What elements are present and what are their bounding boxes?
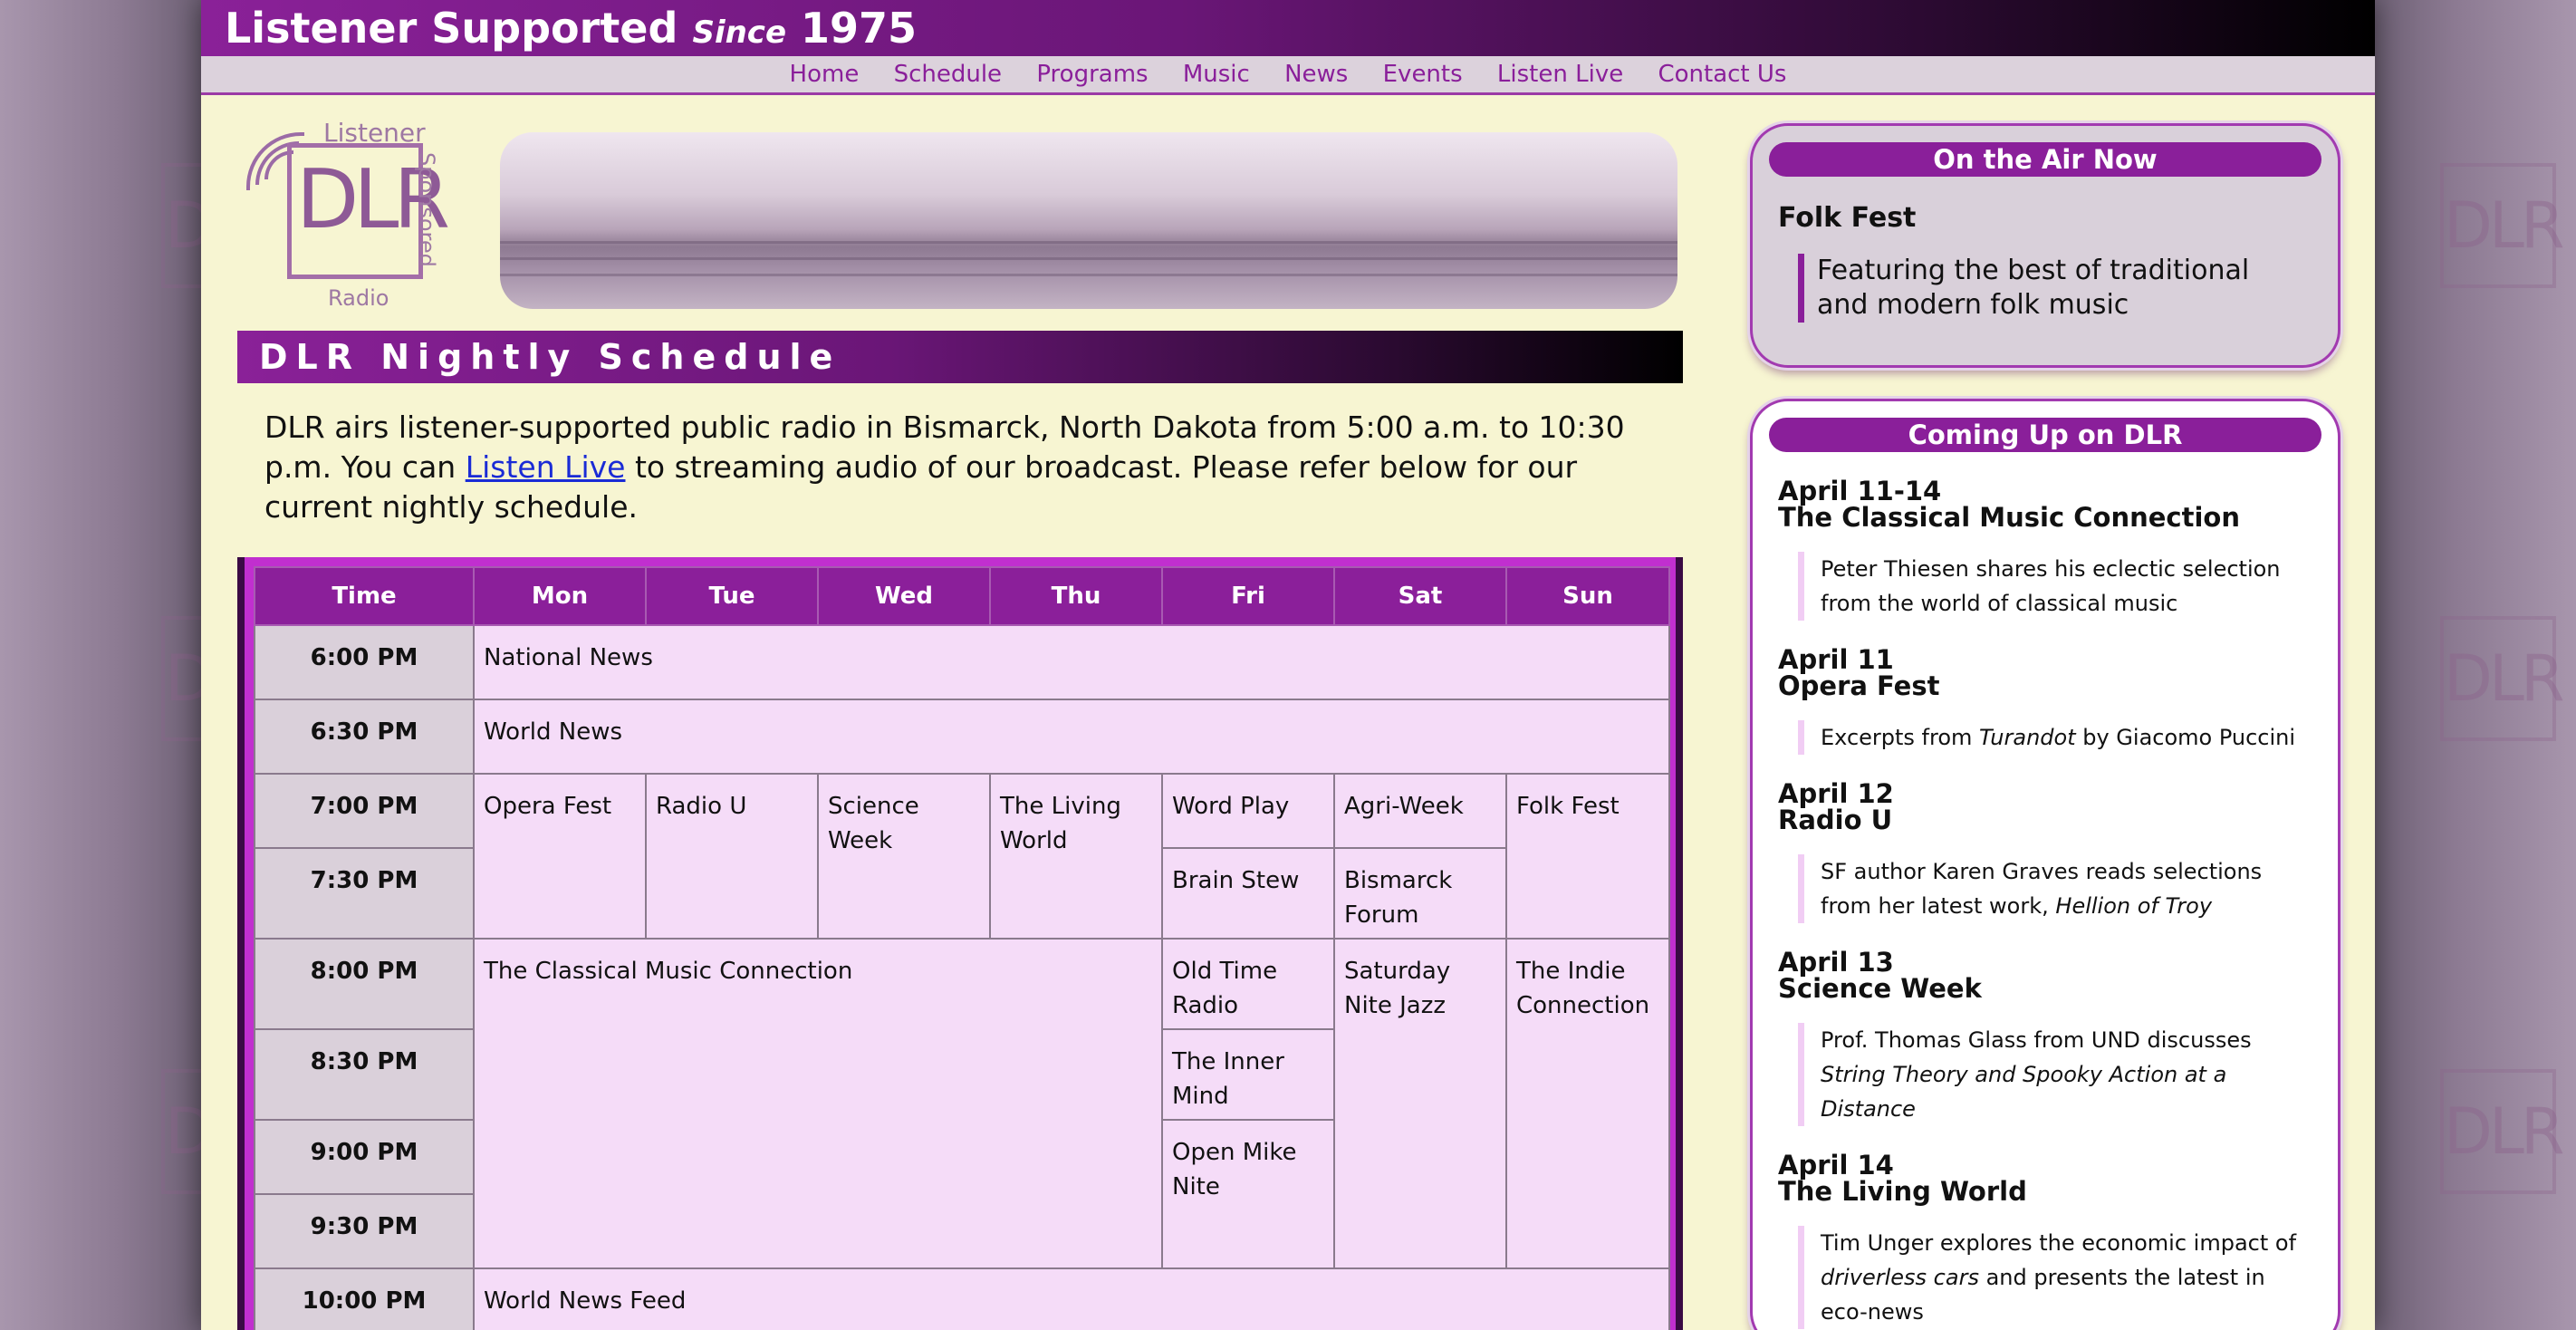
event-date: April 13 [1778,947,1894,978]
header-tue: Tue [645,566,819,626]
table-row: 10:00 PM World News Feed [254,1267,1670,1330]
program-cell: National News [473,624,1670,700]
program-cell: The Indie Connection [1505,938,1670,1269]
event-title: Science Week [1778,973,1982,1004]
event-title: Opera Fest [1778,670,1940,701]
on-air-description: Featuring the best of traditional and mo… [1798,254,2302,323]
main-nav: Home Schedule Programs Music News Events… [201,56,2375,95]
page-container: Listener Supported Since 1975 Home Sched… [201,0,2375,1330]
program-cell: Agri-Week [1333,773,1507,849]
time-cell: 10:00 PM [254,1267,475,1330]
event-description: Excerpts from Turandot by Giacomo Puccin… [1798,720,2311,755]
schedule-table: Time Mon Tue Wed Thu Fri Sat Sun 6:00 PM… [254,566,1670,1330]
nav-events[interactable]: Events [1383,61,1463,88]
header-time: Time [254,566,475,626]
hero-image-seascape [500,132,1677,309]
time-cell: 8:00 PM [254,938,475,1030]
nav-contact-us[interactable]: Contact Us [1658,61,1786,88]
logo-side-text: Sponsored [414,152,439,267]
program-cell: Radio U [645,773,819,940]
table-header-row: Time Mon Tue Wed Thu Fri Sat Sun [254,566,1670,626]
program-cell: Bismarck Forum [1333,847,1507,940]
event-title: The Classical Music Connection [1778,502,2240,533]
watermark-logo: DLR [2440,616,2565,741]
program-cell: Word Play [1161,773,1335,849]
header-mon: Mon [473,566,647,626]
banner-since: Since [692,14,787,51]
nav-programs[interactable]: Programs [1036,61,1148,88]
event-date: April 14 [1778,1150,1894,1181]
banner-year: 1975 [801,4,918,53]
dlr-logo[interactable]: Listener DLR Radio Sponsored [246,116,473,311]
time-cell: 8:30 PM [254,1028,475,1121]
time-cell: 9:30 PM [254,1193,475,1269]
on-air-show: Folk Fest [1778,202,1917,234]
event-title: Radio U [1778,805,1893,835]
time-cell: 7:30 PM [254,847,475,940]
event-description: SF author Karen Graves reads selections … [1798,854,2311,923]
header-sun: Sun [1505,566,1670,626]
logo-bottom-text: Radio [328,285,389,311]
watermark-logo: DLR [2440,163,2565,288]
header-fri: Fri [1161,566,1335,626]
program-cell: The Living World [989,773,1163,940]
schedule-table-frame: Time Mon Tue Wed Thu Fri Sat Sun 6:00 PM… [237,557,1683,1330]
event-date: April 12 [1778,778,1894,809]
nav-schedule[interactable]: Schedule [894,61,1002,88]
on-air-now-box: On the Air Now Folk Fest Featuring the b… [1750,123,2341,368]
event-description: Tim Unger explores the economic impact o… [1798,1226,2311,1329]
program-cell: Saturday Nite Jazz [1333,938,1507,1269]
header-sat: Sat [1333,566,1507,626]
program-cell: World News [473,699,1670,775]
program-cell: Science Week [817,773,991,940]
nav-music[interactable]: Music [1183,61,1250,88]
intro-paragraph: DLR airs listener-supported public radio… [264,408,1677,527]
program-cell: Folk Fest [1505,773,1670,940]
nav-home[interactable]: Home [790,61,860,88]
event-date: April 11-14 [1778,476,1942,506]
header-wed: Wed [817,566,991,626]
program-cell: Brain Stew [1161,847,1335,940]
program-cell: The Inner Mind [1161,1028,1335,1121]
program-cell: World News Feed [473,1267,1670,1330]
nav-listen-live[interactable]: Listen Live [1497,61,1623,88]
event-title: The Living World [1778,1176,2027,1207]
table-row: 8:00 PM The Classical Music Connection O… [254,938,1670,1269]
listen-live-link[interactable]: Listen Live [466,449,626,485]
program-cell: Open Mike Nite [1161,1119,1335,1269]
nav-news[interactable]: News [1284,61,1348,88]
program-cell: Opera Fest [473,773,647,940]
time-cell: 6:30 PM [254,699,475,775]
event-date: April 11 [1778,644,1894,675]
event-description: Prof. Thomas Glass from UND discusses St… [1798,1023,2311,1126]
program-cell: Old Time Radio [1161,938,1335,1030]
table-row: 6:00 PM National News [254,624,1670,700]
time-cell: 7:00 PM [254,773,475,849]
time-cell: 6:00 PM [254,624,475,700]
banner-text: Listener Supported [225,4,678,53]
table-row: 6:30 PM World News [254,699,1670,775]
table-row: 7:00 PM Opera Fest Radio U Science Week … [254,773,1670,940]
watermark-logo: DLR [2440,1069,2565,1194]
site-banner: Listener Supported Since 1975 [201,0,2375,56]
time-cell: 9:00 PM [254,1119,475,1195]
program-cell: The Classical Music Connection [473,938,1163,1269]
coming-up-title: Coming Up on DLR [1769,418,2321,452]
event-description: Peter Thiesen shares his eclectic select… [1798,552,2311,621]
logo-top-text: Listener [323,118,426,148]
schedule-heading: DLR Nightly Schedule [237,331,1683,383]
on-air-title: On the Air Now [1769,142,2321,177]
coming-up-box: Coming Up on DLR April 11-14 The Classic… [1750,399,2341,1330]
header-thu: Thu [989,566,1163,626]
